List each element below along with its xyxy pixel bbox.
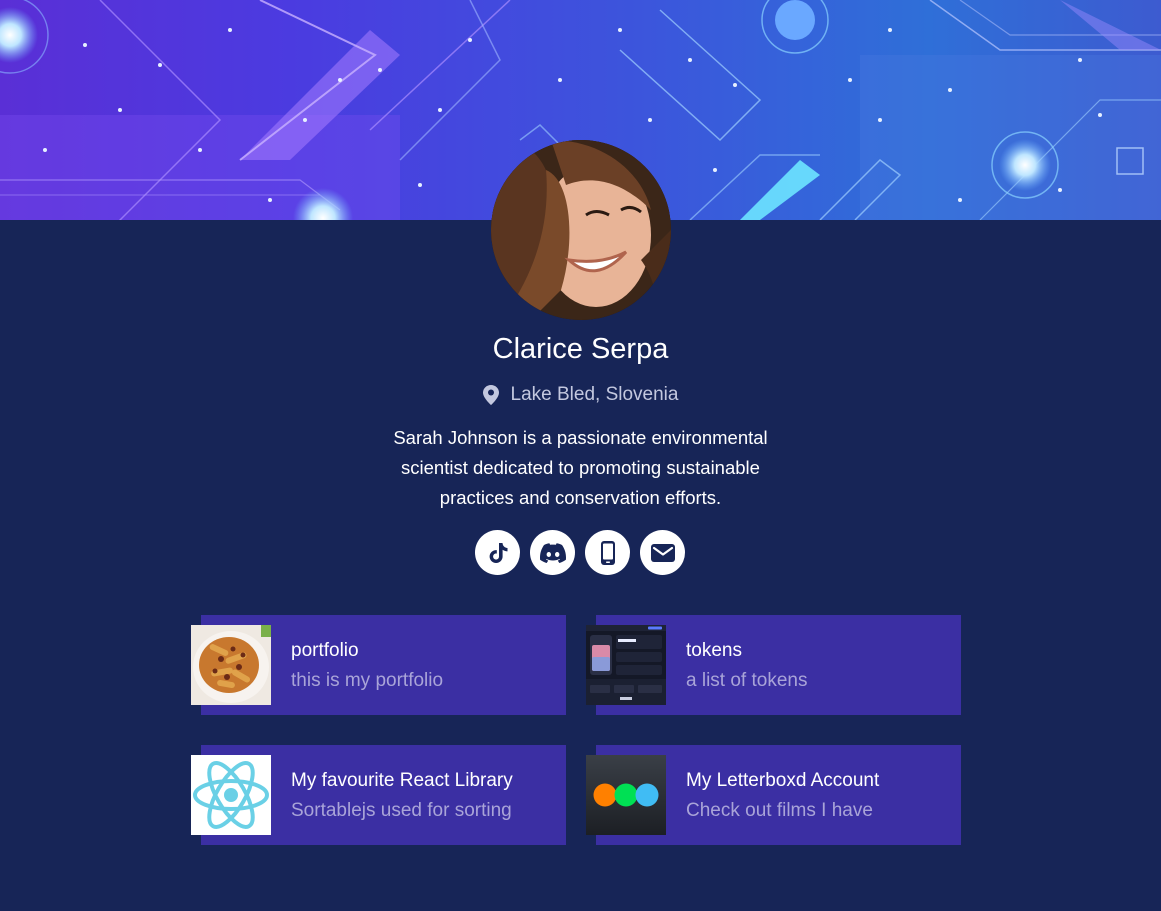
link-description: Sortablejs used for sorting [291,800,512,821]
avatar-photo [491,140,671,320]
link-title: My Letterboxd Account [686,770,880,791]
email-button[interactable] [640,530,685,575]
tiktok-icon [489,542,507,563]
tiktok-button[interactable] [475,530,520,575]
phone-icon [600,540,615,565]
pasta-dish-image [191,625,271,705]
avatar [491,140,671,320]
location-text: Lake Bled, Slovenia [510,384,679,405]
map-pin-icon [482,385,499,405]
social-links [475,530,685,575]
discord-button[interactable] [530,530,575,575]
letterboxd-logo [586,755,666,835]
profile-location: Lake Bled, Slovenia [0,384,1161,406]
discord-icon [539,542,566,563]
link-card-react-library[interactable]: My favourite React Library Sortablejs us… [191,745,566,845]
link-title: My favourite React Library [291,770,513,791]
react-logo [191,755,271,835]
link-card-portfolio[interactable]: portfolio this is my portfolio [191,615,566,715]
crypto-app-screenshot [586,625,666,705]
link-title: tokens [686,640,742,661]
link-card-tokens[interactable]: tokens a list of tokens [586,615,961,715]
phone-button[interactable] [585,530,630,575]
link-description: this is my portfolio [291,670,444,691]
link-card-letterboxd[interactable]: My Letterboxd Account Check out films I … [586,745,961,845]
profile-name: Clarice Serpa [492,333,669,365]
mail-icon [650,543,675,562]
profile-bio: Sarah Johnson is a passionate environmen… [393,427,768,508]
link-description: Check out films I have [686,800,873,821]
link-title: portfolio [291,640,359,661]
link-description: a list of tokens [686,670,808,691]
